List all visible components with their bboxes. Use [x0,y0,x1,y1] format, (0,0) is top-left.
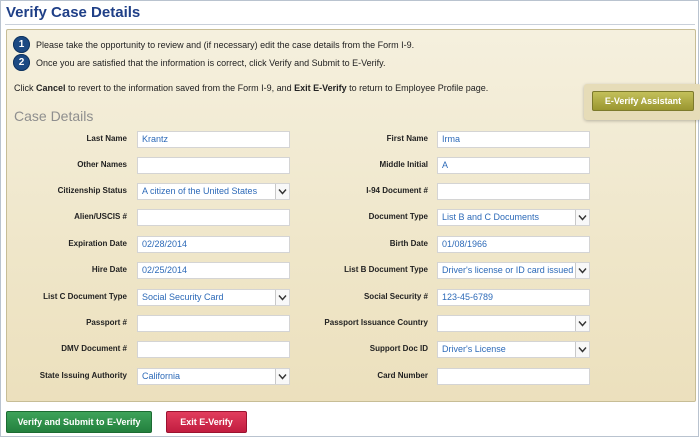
last-name-label: Last Name [86,134,127,143]
chevron-down-icon[interactable] [275,290,289,305]
select-value: Driver's License [442,344,506,354]
list-c-document-type-select[interactable]: Social Security Card [137,289,290,306]
instruction-step-2: 2 Once you are satisfied that the inform… [13,54,385,71]
alien-uscis-input[interactable] [137,209,290,226]
citizenship-status-select[interactable]: A citizen of the United States [137,183,290,200]
passport-label: Passport # [86,318,127,327]
first-name-input[interactable]: Irma [437,131,590,148]
card-number-label: Card Number [377,371,428,380]
chevron-down-icon[interactable] [575,210,589,225]
list-b-document-type-label: List B Document Type [344,265,428,274]
document-type-select[interactable]: List B and C Documents [437,209,590,226]
dmv-document-label: DMV Document # [61,344,127,353]
select-value: Driver's license or ID card issued [442,265,574,275]
step-number-badge: 2 [13,54,30,71]
citizenship-status-label: Citizenship Status [57,186,127,195]
select-value: Social Security Card [142,292,224,302]
everify-assistant-button[interactable]: E-Verify Assistant [592,91,694,111]
list-c-document-type-label: List C Document Type [43,292,127,301]
hire-date-input[interactable]: 02/25/2014 [137,262,290,279]
page-frame: Verify Case Details 1 Please take the op… [0,0,700,437]
note-text: Click [14,83,36,93]
select-value: A citizen of the United States [142,186,258,196]
note-cancel-emphasis: Cancel [36,83,66,93]
expiration-date-label: Expiration Date [68,239,127,248]
title-divider [5,24,695,25]
state-issuing-authority-select[interactable]: California [137,368,290,385]
step-text: Once you are satisfied that the informat… [36,57,386,68]
section-title: Case Details [14,108,94,124]
support-doc-id-label: Support Doc ID [369,344,428,353]
middle-initial-label: Middle Initial [379,160,428,169]
chevron-down-icon[interactable] [275,369,289,384]
instruction-step-1: 1 Please take the opportunity to review … [13,36,414,53]
i94-document-label: I-94 Document # [366,186,428,195]
i94-document-input[interactable] [437,183,590,200]
passport-input[interactable] [137,315,290,332]
other-names-label: Other Names [77,160,127,169]
birth-date-label: Birth Date [389,239,428,248]
chevron-down-icon[interactable] [575,342,589,357]
card-number-input[interactable] [437,368,590,385]
dmv-document-input[interactable] [137,341,290,358]
verify-and-submit-button[interactable]: Verify and Submit to E-Verify [6,411,152,433]
note-text: to return to Employee Profile page. [346,83,489,93]
social-security-input[interactable]: 123-45-6789 [437,289,590,306]
chevron-down-icon[interactable] [575,263,589,278]
hire-date-label: Hire Date [91,265,127,274]
step-number-badge: 1 [13,36,30,53]
exit-everify-button[interactable]: Exit E-Verify [166,411,247,433]
assistant-tab: E-Verify Assistant [584,84,700,120]
first-name-label: First Name [386,134,428,143]
cancel-exit-instructions: Click Cancel to revert to the informatio… [14,83,488,93]
chevron-down-icon[interactable] [575,316,589,331]
middle-initial-input[interactable]: A [437,157,590,174]
select-value: California [142,371,181,381]
step-text: Please take the opportunity to review an… [36,39,415,50]
birth-date-input[interactable]: 01/08/1966 [437,236,590,253]
page-title: Verify Case Details [6,4,141,21]
note-exit-emphasis: Exit E-Verify [294,83,347,93]
passport-country-select[interactable] [437,315,590,332]
note-text: to revert to the information saved from … [65,83,295,93]
support-doc-id-select[interactable]: Driver's License [437,341,590,358]
social-security-label: Social Security # [363,292,428,301]
state-issuing-authority-label: State Issuing Authority [39,371,127,380]
document-type-label: Document Type [368,212,428,221]
expiration-date-input[interactable]: 02/28/2014 [137,236,290,253]
passport-country-label: Passport Issuance Country [324,318,428,327]
alien-uscis-label: Alien/USCIS # [74,212,127,221]
other-names-input[interactable] [137,157,290,174]
select-value: List B and C Documents [442,212,540,222]
list-b-document-type-select[interactable]: Driver's license or ID card issued [437,262,590,279]
last-name-input[interactable]: Krantz [137,131,290,148]
chevron-down-icon[interactable] [275,184,289,199]
